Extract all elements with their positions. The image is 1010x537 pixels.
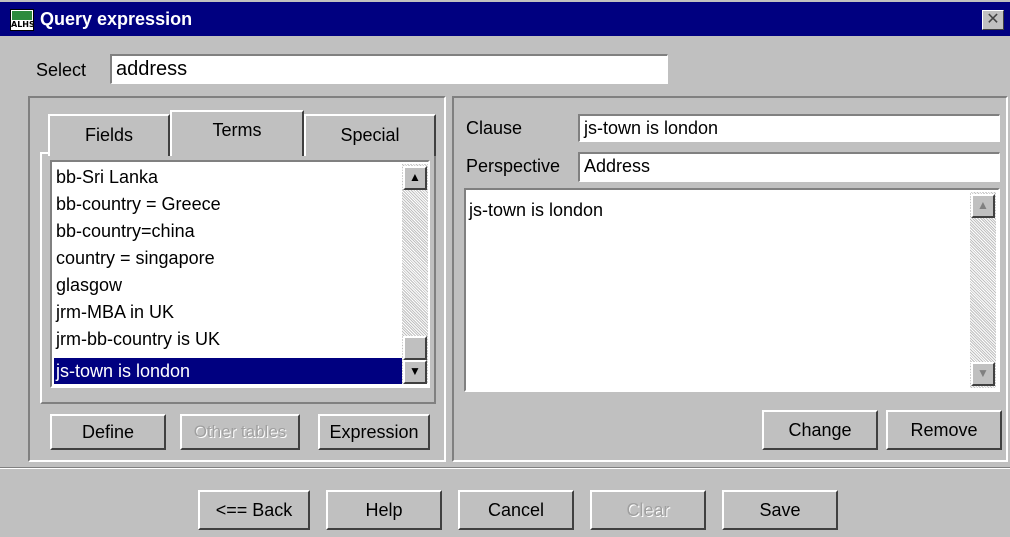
list-item[interactable]: bb-country=china (54, 218, 404, 245)
tab-fields-label: Fields (84, 125, 133, 145)
remove-button[interactable]: Remove (886, 410, 1002, 450)
change-button[interactable]: Change (762, 410, 878, 450)
list-item[interactable]: bb-country = Greece (54, 191, 404, 218)
expression-text: js-town is london (469, 200, 604, 220)
back-button[interactable]: <== Back (198, 490, 310, 530)
app-icon: ALHS (10, 9, 35, 31)
expression-scroll-down-button[interactable]: ▼ (971, 362, 995, 386)
list-item[interactable]: jrm-bb-country is UK (54, 326, 404, 353)
list-item[interactable]: jrm-MBA in UK (54, 299, 404, 326)
help-button[interactable]: Help (326, 490, 442, 530)
clause-label: Clause (466, 118, 523, 138)
cancel-button[interactable]: Cancel (458, 490, 574, 530)
tab-terms[interactable]: Terms (170, 110, 304, 156)
perspective-input[interactable]: Address (578, 152, 1000, 182)
list-item[interactable]: bb-Sri Lanka (54, 164, 404, 191)
expression-textarea[interactable]: js-town is london (464, 188, 1000, 392)
arrow-up-icon: ▲ (409, 170, 421, 184)
close-button[interactable]: ✕ (982, 10, 1004, 30)
separator-highlight (0, 468, 1010, 469)
select-label: Select (36, 60, 87, 80)
tab-special[interactable]: Special (304, 114, 436, 156)
list-item-selected[interactable]: js-town is london (54, 358, 404, 384)
other-tables-button[interactable]: Other tables (180, 414, 300, 450)
tab-special-label: Special (340, 125, 400, 145)
scroll-down-button[interactable]: ▼ (403, 360, 427, 384)
arrow-down-icon: ▼ (409, 364, 421, 378)
save-button[interactable]: Save (722, 490, 838, 530)
tab-fields[interactable]: Fields (48, 114, 170, 156)
define-button[interactable]: Define (50, 414, 166, 450)
expression-scroll-up-button[interactable]: ▲ (971, 194, 995, 218)
app-icon-text: ALHS (11, 20, 35, 29)
arrow-up-icon: ▲ (977, 198, 989, 212)
scroll-thumb[interactable] (403, 336, 427, 360)
select-input[interactable]: address (110, 54, 668, 84)
clause-input[interactable]: js-town is london (578, 114, 1000, 142)
clear-button[interactable]: Clear (590, 490, 706, 530)
expression-scrollbar[interactable] (970, 192, 996, 388)
tab-terms-label: Terms (212, 120, 262, 140)
scroll-up-button[interactable]: ▲ (403, 166, 427, 190)
list-item[interactable]: country = singapore (54, 245, 404, 272)
arrow-down-icon: ▼ (977, 366, 989, 380)
perspective-label: Perspective (466, 156, 561, 176)
terms-list[interactable]: bb-Sri Lanka bb-country = Greece bb-coun… (50, 160, 430, 388)
expression-button[interactable]: Expression (318, 414, 430, 450)
close-icon: ✕ (986, 11, 1000, 28)
window-title: Query expression (40, 9, 193, 29)
list-item[interactable]: glasgow (54, 272, 404, 299)
